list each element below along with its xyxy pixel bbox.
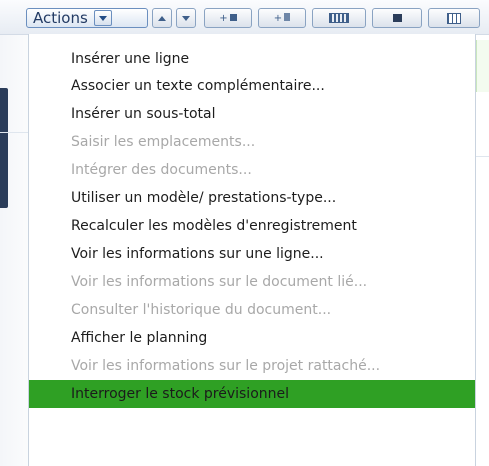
actions-label: Actions [33, 9, 88, 27]
arrow-up-icon [158, 15, 166, 21]
menu-item-voir-info-ligne[interactable]: Voir les informations sur une ligne... [29, 240, 475, 268]
menu-item-inserer-sous-total[interactable]: Insérer un sous-total [29, 100, 475, 128]
menu-item-label: Recalculer les modèles d'enregistrement [71, 218, 357, 234]
menu-item-integrer-documents: Intégrer des documents... [29, 156, 475, 184]
background-divider [0, 132, 30, 133]
menu-item-label: Intégrer des documents... [71, 162, 252, 178]
folder-button[interactable] [372, 8, 422, 28]
background-left-bar [0, 88, 8, 208]
menu-item-label: Consulter l'historique du document... [71, 302, 332, 318]
menu-item-consulter-historique: Consulter l'historique du document... [29, 296, 475, 324]
menu-item-label: Associer un texte complémentaire... [71, 78, 325, 94]
background-highlight-hint [476, 40, 489, 92]
menu-item-label: Afficher le planning [71, 330, 208, 346]
menu-item-utiliser-modele[interactable]: Utiliser un modèle/ prestations-type... [29, 184, 475, 212]
menu-item-label: Voir les informations sur le projet ratt… [71, 358, 381, 374]
menu-item-label: Interroger le stock prévisionnel [71, 386, 290, 402]
menu-item-interroger-stock[interactable]: Interroger le stock prévisionnel [29, 380, 475, 408]
menu-item-label: Utiliser un modèle/ prestations-type... [71, 190, 337, 206]
menu-item-saisir-emplacements: Saisir les emplacements... [29, 128, 475, 156]
background-right-panel [475, 34, 489, 466]
add-document-button[interactable]: + [258, 8, 306, 28]
grid-button[interactable] [428, 8, 480, 28]
menu-item-recalculer-modeles[interactable]: Recalculer les modèles d'enregistrement [29, 212, 475, 240]
menu-item-label: Voir les informations sur le document li… [71, 274, 368, 290]
actions-dropdown-button[interactable]: Actions [26, 8, 148, 28]
chevron-down-icon[interactable] [93, 10, 112, 26]
menu-item-label: Insérer une ligne [71, 51, 190, 67]
menu-item-afficher-planning[interactable]: Afficher le planning [29, 324, 475, 352]
menu-item-inserer-ligne[interactable]: Insérer une ligne [29, 45, 475, 73]
menu-item-voir-info-projet: Voir les informations sur le projet ratt… [29, 352, 475, 380]
actions-menu: Insérer une ligne Associer un texte comp… [28, 34, 476, 466]
add-line-icon: + [219, 13, 237, 24]
menu-item-associer-texte[interactable]: Associer un texte complémentaire... [29, 72, 475, 100]
keyboard-button[interactable] [312, 8, 366, 28]
menu-item-voir-info-document-lie: Voir les informations sur le document li… [29, 268, 475, 296]
add-document-icon: + [274, 12, 291, 24]
menu-item-label: Saisir les emplacements... [71, 134, 256, 150]
grid-icon [447, 12, 461, 24]
move-up-button[interactable] [152, 8, 172, 28]
background-divider [475, 156, 489, 157]
arrow-down-icon [182, 15, 190, 21]
add-line-button[interactable]: + [204, 8, 252, 28]
folder-icon [392, 14, 402, 22]
toolbar: Actions + + [0, 0, 489, 35]
move-down-button[interactable] [176, 8, 196, 28]
menu-item-label: Insérer un sous-total [71, 106, 216, 122]
keyboard-icon [329, 13, 349, 23]
menu-item-label: Voir les informations sur une ligne... [71, 246, 324, 262]
